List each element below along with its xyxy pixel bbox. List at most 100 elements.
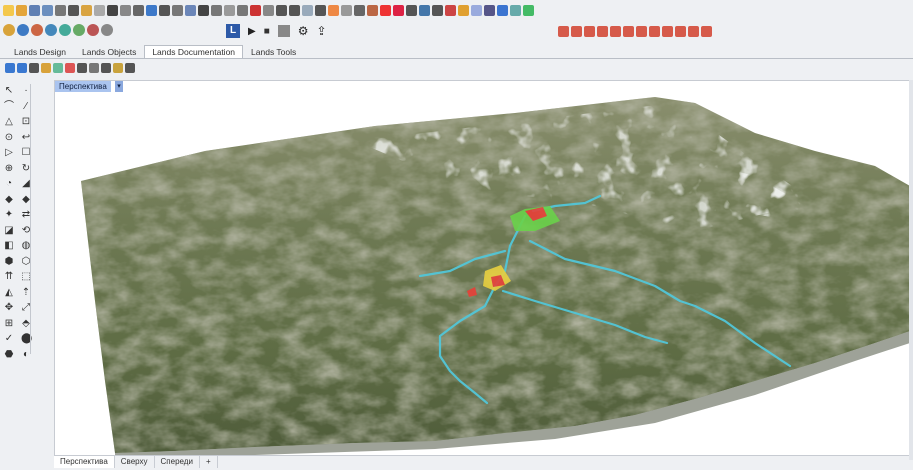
main-tool-icon[interactable] [29,4,40,16]
display-tool-icon[interactable] [45,24,57,36]
main-tool-icon[interactable] [276,4,287,16]
main-tool-icon[interactable] [172,4,183,16]
main-tool-icon[interactable] [471,4,482,16]
toolbox-tool-icon[interactable]: ⊕ [4,163,14,174]
main-tool-icon[interactable] [146,4,157,16]
main-tool-icon[interactable] [445,4,456,16]
main-tool-icon[interactable] [42,4,53,16]
toolbox-tool-icon[interactable]: ▷ [4,148,14,158]
doc-tool-icon[interactable] [101,63,111,73]
doc-tool-icon[interactable] [89,63,99,73]
viewport-menu-dropdown[interactable]: ▾ [115,81,123,92]
main-tool-icon[interactable] [185,4,196,16]
main-tool-icon[interactable] [224,4,235,16]
main-tool-icon[interactable] [419,4,430,16]
toolbox-tool-icon[interactable]: ⬣ [4,349,14,360]
lands-tool-icon[interactable] [701,25,712,37]
upload-icon[interactable]: ⇪ [317,24,327,38]
doc-tool-icon[interactable] [77,63,87,73]
main-tool-icon[interactable] [302,4,313,16]
main-tool-icon[interactable] [16,4,27,16]
lands-tool-icon[interactable] [558,25,569,37]
viewport-tab[interactable]: Сверху [115,456,155,468]
main-tool-icon[interactable] [211,4,222,16]
toolbox-tool-icon[interactable]: ✦ [4,210,14,220]
main-tool-icon[interactable] [81,4,92,16]
lands-tool-icon[interactable] [662,25,673,37]
lands-tool-icon[interactable] [597,25,608,37]
display-tool-icon[interactable] [87,24,99,36]
main-tool-icon[interactable] [367,4,378,16]
display-tool-icon[interactable] [59,24,71,36]
lands-tool-icon[interactable] [688,25,699,37]
main-tool-icon[interactable] [341,4,352,16]
perspective-viewport[interactable]: Перспектива ▾ [54,80,911,456]
main-tool-icon[interactable] [484,4,495,16]
tab-lands-objects[interactable]: Lands Objects [74,45,144,59]
gear-icon[interactable]: ⚙ [298,24,309,38]
main-tool-icon[interactable] [523,4,534,16]
toolbox-tool-icon[interactable]: ↖ [4,86,14,96]
main-tool-icon[interactable] [354,4,365,16]
lands-tool-icon[interactable] [584,25,595,37]
toolbox-tool-icon[interactable]: ⬢ [4,256,14,267]
main-tool-icon[interactable] [159,4,170,16]
display-tool-icon[interactable] [3,24,15,36]
doc-tool-icon[interactable] [113,63,123,73]
display-tool-icon[interactable] [73,24,85,36]
toolbox-tool-icon[interactable]: ✥ [4,303,14,313]
viewport-tab[interactable]: Перспектива [54,456,115,468]
main-tool-icon[interactable] [250,4,261,16]
main-tool-icon[interactable] [406,4,417,16]
tab-lands-design[interactable]: Lands Design [6,45,74,59]
tab-lands-tools[interactable]: Lands Tools [243,45,304,59]
main-tool-icon[interactable] [497,4,508,16]
toolbox-tool-icon[interactable]: ⇈ [4,272,14,282]
doc-tool-icon[interactable] [125,63,135,73]
lands-tool-icon[interactable] [649,25,660,37]
toolbox-tool-icon[interactable]: ⌒ [4,101,14,112]
viewport-tab[interactable]: Спереди [155,456,200,468]
doc-tool-icon[interactable] [65,63,75,73]
main-tool-icon[interactable] [510,4,521,16]
doc-tool-icon[interactable] [53,63,63,73]
toolbox-tool-icon[interactable]: ⊞ [4,318,14,329]
toolbox-tool-icon[interactable]: ⊙ [4,132,14,143]
toolbox-tool-icon[interactable]: ◔ [4,179,14,189]
display-tool-icon[interactable] [31,24,43,36]
toolbox-tool-icon[interactable]: ◆ [4,194,14,205]
lands-logo-icon[interactable]: L [226,24,240,38]
doc-tool-icon[interactable] [29,63,39,73]
toolbox-tool-icon[interactable]: △ [4,117,14,127]
toolbox-tool-icon[interactable]: ◧ [4,241,14,251]
main-tool-icon[interactable] [458,4,469,16]
record-icon[interactable] [277,25,290,37]
main-tool-icon[interactable] [315,4,326,16]
doc-tool-icon[interactable] [41,63,51,73]
display-tool-icon[interactable] [17,24,29,36]
toolbox-tool-icon[interactable]: ◭ [4,287,14,298]
lands-tool-icon[interactable] [610,25,621,37]
toolbox-tool-icon[interactable]: ✓ [4,334,14,344]
lands-tool-icon[interactable] [636,25,647,37]
add-viewport-tab[interactable]: + [200,456,218,468]
main-tool-icon[interactable] [198,4,209,16]
display-tool-icon[interactable] [101,24,113,36]
doc-tool-icon[interactable] [17,63,27,73]
main-tool-icon[interactable] [120,4,131,16]
main-tool-icon[interactable] [55,4,66,16]
main-tool-icon[interactable] [289,4,300,16]
tab-lands-documentation[interactable]: Lands Documentation [144,45,244,59]
terrain-3d-model[interactable] [55,81,910,455]
main-tool-icon[interactable] [237,4,248,16]
viewport-title[interactable]: Перспектива [55,81,111,92]
main-tool-icon[interactable] [107,4,118,16]
doc-tool-icon[interactable] [5,63,15,73]
main-tool-icon[interactable] [328,4,339,16]
lands-tool-icon[interactable] [571,25,582,37]
toolbox-tool-icon[interactable]: ◪ [4,225,14,236]
main-tool-icon[interactable] [94,4,105,16]
main-tool-icon[interactable] [263,4,274,16]
main-tool-icon[interactable] [68,4,79,16]
main-tool-icon[interactable] [380,4,391,16]
